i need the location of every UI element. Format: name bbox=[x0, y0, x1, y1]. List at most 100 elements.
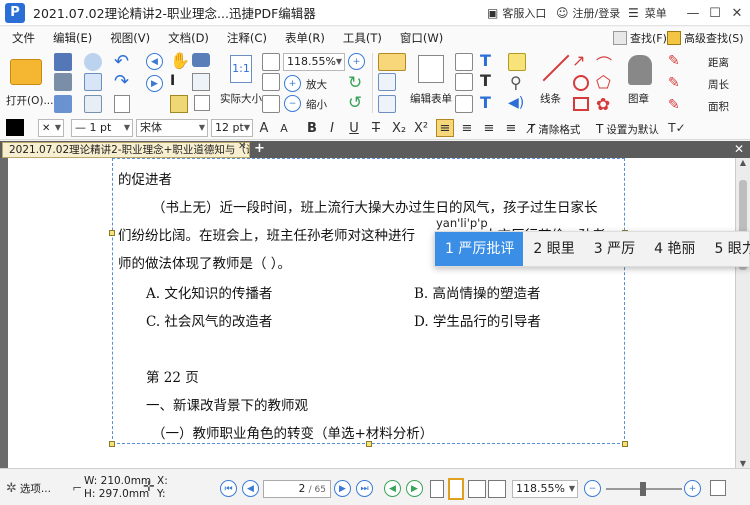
find-button[interactable]: 查找(F) bbox=[613, 27, 667, 49]
hand-tool-icon[interactable]: ✋ bbox=[170, 51, 190, 70]
status-zoom-in-icon[interactable]: + bbox=[684, 480, 701, 497]
ime-candidate-2[interactable]: 2 眼里 bbox=[523, 232, 583, 266]
maximize-button[interactable]: ☐ bbox=[704, 3, 726, 23]
italic-icon[interactable]: I bbox=[324, 119, 340, 137]
customer-service-button[interactable]: ▣ 客服入口 bbox=[487, 0, 546, 26]
next-page-icon[interactable]: ▶ bbox=[334, 480, 351, 497]
resize-handle-bottom-right[interactable] bbox=[622, 441, 628, 447]
vertical-scrollbar[interactable]: ▲ ▼ bbox=[735, 158, 750, 468]
zoom-in-button[interactable]: + 放大 bbox=[284, 75, 327, 92]
font-size-dropdown[interactable]: 12 pt ▼ bbox=[211, 119, 253, 137]
menu-tools[interactable]: 工具(T) bbox=[331, 30, 388, 46]
view-cover-icon[interactable] bbox=[488, 480, 506, 498]
rotate-cw-icon[interactable]: ↻ bbox=[348, 73, 362, 93]
history-forward-icon[interactable]: ▶ bbox=[406, 480, 423, 497]
document-tab[interactable]: 2021.07.02理论精讲2-职业理念+职业道德知与（讲... bbox=[2, 142, 250, 158]
rect-shape-icon[interactable] bbox=[573, 97, 589, 111]
prev-page-icon[interactable]: ◀ bbox=[242, 480, 259, 497]
scroll-down-icon[interactable]: ▼ bbox=[736, 459, 750, 468]
edit-object-icon[interactable] bbox=[378, 95, 396, 113]
align-center-icon[interactable]: ≡ bbox=[458, 119, 476, 137]
advanced-find-button[interactable]: 高级查找(S) bbox=[667, 27, 744, 49]
bold-icon[interactable]: B bbox=[304, 119, 320, 137]
menu-window[interactable]: 窗口(W) bbox=[388, 30, 449, 46]
arrow-shape-icon[interactable]: ↗ bbox=[572, 51, 585, 70]
ime-candidate-5[interactable]: 5 眼力 bbox=[704, 232, 750, 266]
select-text-icon[interactable]: I bbox=[170, 73, 175, 89]
cloud-icon[interactable] bbox=[84, 53, 102, 71]
view-continuous-icon[interactable] bbox=[448, 478, 464, 500]
add-tab-icon[interactable]: + bbox=[254, 141, 265, 157]
zoom-options-icon[interactable]: + bbox=[348, 53, 365, 70]
fit-page-icon[interactable] bbox=[262, 53, 280, 71]
textbox-icon[interactable]: T bbox=[480, 71, 491, 90]
edit-text-icon[interactable] bbox=[378, 73, 396, 91]
export-icon[interactable] bbox=[54, 95, 72, 113]
select-tool-icon[interactable] bbox=[378, 53, 406, 71]
print-icon[interactable] bbox=[54, 73, 72, 91]
text-color-swatch[interactable] bbox=[6, 119, 24, 136]
line-width-dropdown[interactable]: — 1 pt ▼ bbox=[71, 119, 133, 137]
menu-form[interactable]: 表单(R) bbox=[273, 30, 331, 46]
status-zoom-dropdown[interactable]: 118.55% ▼ bbox=[512, 480, 578, 498]
menu-comment[interactable]: 注释(C) bbox=[215, 30, 273, 46]
strikethrough-icon[interactable]: T bbox=[368, 119, 384, 137]
last-page-icon[interactable]: ⏭ bbox=[356, 480, 373, 497]
view-single-page-icon[interactable] bbox=[430, 480, 444, 498]
align-justify-icon[interactable]: ≡ bbox=[502, 119, 520, 137]
ime-candidate-1[interactable]: 1 严厉批评 bbox=[435, 232, 524, 266]
shrink-font-icon[interactable]: A bbox=[276, 119, 292, 137]
align-right-icon[interactable]: ≡ bbox=[480, 119, 498, 137]
underline-icon[interactable]: U bbox=[346, 119, 362, 137]
superscript-icon[interactable]: X² bbox=[412, 119, 430, 137]
ime-candidate-3[interactable]: 3 严厉 bbox=[584, 232, 644, 266]
undo-icon[interactable]: ↶ bbox=[114, 51, 129, 72]
attach-icon[interactable]: ⚲ bbox=[510, 73, 522, 92]
page-number-field[interactable]: 2 / 65 bbox=[263, 480, 331, 498]
grow-font-icon[interactable]: A bbox=[256, 119, 272, 137]
fullscreen-icon[interactable] bbox=[710, 480, 726, 496]
zoom-dropdown[interactable]: 118.55% ▼ bbox=[283, 53, 345, 71]
redo-icon[interactable]: ↷ bbox=[114, 71, 129, 92]
zoom-slider[interactable] bbox=[606, 482, 682, 496]
options-button[interactable]: ✲ 选项... bbox=[6, 481, 51, 496]
fit-width-icon[interactable] bbox=[262, 73, 280, 91]
close-all-tabs-icon[interactable]: ✕ bbox=[734, 141, 744, 157]
open-button[interactable]: 打开(O)... bbox=[4, 53, 53, 107]
crop-icon[interactable] bbox=[194, 95, 210, 111]
note-icon[interactable] bbox=[508, 53, 526, 71]
rotate-ccw-icon[interactable]: ↺ bbox=[348, 93, 362, 113]
first-page-icon[interactable]: ⏮ bbox=[220, 480, 237, 497]
callout-icon[interactable]: T bbox=[480, 93, 491, 112]
view-facing-icon[interactable] bbox=[468, 480, 486, 498]
set-default-button[interactable]: T 设置为默认 bbox=[596, 120, 659, 138]
form-field-icon-1[interactable] bbox=[455, 53, 473, 71]
form-field-icon-2[interactable] bbox=[455, 73, 473, 91]
menu-button[interactable]: ☰ 菜单 bbox=[628, 0, 667, 26]
pentagon-shape-icon[interactable]: ⬠ bbox=[596, 73, 611, 93]
history-back-icon[interactable]: ◀ bbox=[384, 480, 401, 497]
fit-visible-icon[interactable] bbox=[262, 95, 280, 113]
email-icon[interactable] bbox=[84, 73, 102, 91]
form-field-icon-3[interactable] bbox=[455, 95, 473, 113]
clear-format-button[interactable]: T̸ 清除格式 bbox=[528, 120, 580, 138]
actual-size-button[interactable]: 1:1 实际大小 bbox=[220, 53, 264, 109]
spellcheck-icon[interactable]: T✓ bbox=[668, 119, 686, 137]
subscript-icon[interactable]: X₂ bbox=[390, 119, 408, 137]
snapshot-icon[interactable] bbox=[192, 53, 210, 67]
font-name-dropdown[interactable]: 宋体 ▼ bbox=[136, 119, 208, 137]
circle-shape-icon[interactable] bbox=[573, 75, 589, 91]
line-shape-button[interactable]: 线条 bbox=[534, 53, 574, 109]
scroll-up-icon[interactable]: ▲ bbox=[736, 158, 750, 167]
cloud-shape-icon[interactable]: ✿ bbox=[596, 95, 610, 115]
forward-icon[interactable]: ▶ bbox=[146, 75, 163, 92]
text-selection-box[interactable] bbox=[112, 158, 625, 444]
resize-handle-bottom-left[interactable] bbox=[109, 441, 115, 447]
login-button[interactable]: ☺ 注册/登录 bbox=[556, 0, 620, 26]
pdf-page[interactable]: 的促进者 （书上无）近一段时间，班上流行大操大办过生日的风气，孩子过生日家长 们… bbox=[8, 158, 735, 468]
sound-icon[interactable]: ◀) bbox=[508, 95, 524, 111]
close-button[interactable]: ✕ bbox=[726, 3, 748, 23]
menu-edit[interactable]: 编辑(E) bbox=[41, 30, 98, 46]
resize-handle-left[interactable] bbox=[109, 230, 115, 236]
resize-handle-bottom-mid[interactable] bbox=[366, 441, 372, 447]
